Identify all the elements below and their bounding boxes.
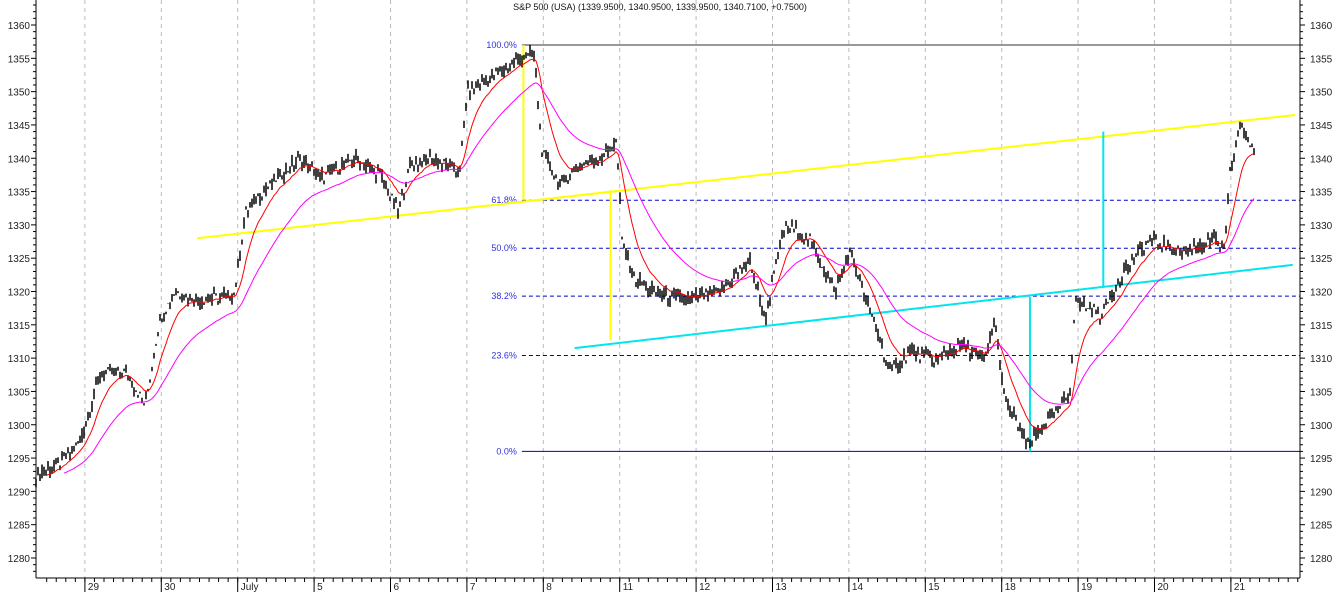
y-tick-label-left: 1320 [8, 288, 31, 299]
price-bars [35, 44, 1255, 488]
y-tick-label-right: 1345 [1310, 121, 1333, 132]
y-tick-label-left: 1300 [8, 421, 31, 432]
y-tick-label-right: 1320 [1310, 288, 1333, 299]
y-tick-label-right: 1355 [1310, 54, 1333, 65]
y-tick-label-left: 1335 [8, 188, 31, 199]
moving-averages [45, 58, 1255, 477]
fast-ma-line [45, 58, 1255, 477]
y-tick-label-left: 1360 [8, 21, 31, 32]
x-tick-label: 12 [699, 582, 711, 592]
x-tick-label: 20 [1157, 582, 1169, 592]
y-tick-label-right: 1310 [1310, 354, 1333, 365]
y-tick-label-right: 1360 [1310, 21, 1333, 32]
y-tick-label-right: 1305 [1310, 387, 1333, 398]
y-tick-label-right: 1290 [1310, 487, 1333, 498]
y-tick-label-right: 1285 [1310, 521, 1333, 532]
x-tick-label: 8 [546, 582, 552, 592]
x-tick-label: 18 [1005, 582, 1017, 592]
y-tick-label-left: 1285 [8, 521, 31, 532]
x-tick-label: 11 [623, 582, 634, 592]
y-tick-label-right: 1300 [1310, 421, 1333, 432]
y-tick-label-right: 1325 [1310, 254, 1333, 265]
y-tick-label-left: 1295 [8, 454, 31, 465]
y-tick-label-left: 1305 [8, 387, 31, 398]
x-tick-label: 19 [1081, 582, 1093, 592]
y-tick-label-right: 1280 [1310, 554, 1333, 565]
yellow-channel-line [197, 113, 1296, 240]
y-tick-label-left: 1290 [8, 487, 31, 498]
x-tick-label: 21 [1234, 582, 1246, 592]
y-tick-label-right: 1335 [1310, 188, 1333, 199]
x-tick-label: 15 [928, 582, 940, 592]
y-tick-label-right: 1295 [1310, 454, 1333, 465]
fib-level-label: 50.0% [491, 243, 517, 253]
y-tick-label-right: 1350 [1310, 88, 1333, 99]
y-tick-label-left: 1355 [8, 54, 31, 65]
y-tick-label-right: 1315 [1310, 321, 1333, 332]
y-tick-label-left: 1315 [8, 321, 31, 332]
fib-level-label: 100.0% [486, 40, 517, 50]
y-tick-label-left: 1330 [8, 221, 31, 232]
x-tick-label: July [241, 582, 259, 592]
y-tick-label-left: 1310 [8, 354, 31, 365]
y-tick-label-right: 1340 [1310, 154, 1333, 165]
y-tick-label-left: 1280 [8, 554, 31, 565]
chart-title: S&P 500 (USA) (1339.9500, 1340.9500, 133… [513, 2, 807, 12]
x-tick-label: 30 [164, 582, 176, 592]
x-tick-label: 6 [393, 582, 399, 592]
cyan-channel-line [574, 263, 1293, 350]
y-tick-label-left: 1345 [8, 121, 31, 132]
fib-level-label: 38.2% [491, 291, 517, 301]
y-tick-label-left: 1340 [8, 154, 31, 165]
x-tick-label: 5 [317, 582, 323, 592]
x-tick-label: 29 [88, 582, 100, 592]
x-tick-label: 13 [775, 582, 787, 592]
price-chart: S&P 500 (USA) (1339.9500, 1340.9500, 133… [8, 0, 1333, 592]
x-tick-label: 7 [470, 582, 476, 592]
x-tick-label: 14 [852, 582, 864, 592]
y-tick-label-left: 1325 [8, 254, 31, 265]
fib-level-label: 0.0% [496, 446, 517, 456]
y-tick-label-right: 1330 [1310, 221, 1333, 232]
fib-level-label: 23.6% [491, 350, 517, 360]
y-tick-label-left: 1350 [8, 88, 31, 99]
